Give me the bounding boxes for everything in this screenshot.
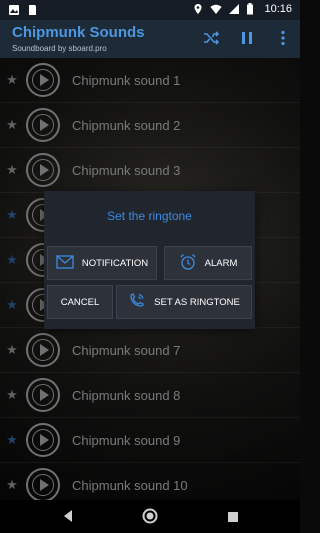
home-icon[interactable] — [142, 508, 158, 529]
wifi-icon — [210, 3, 222, 15]
cancel-label: CANCEL — [60, 296, 100, 308]
shuffle-icon[interactable] — [202, 29, 220, 47]
alarm-button[interactable]: ALARM — [164, 246, 252, 280]
app-subtitle: Soundboard by sboard.pro — [12, 44, 107, 53]
back-icon[interactable] — [62, 509, 74, 528]
clock: 10:16 — [264, 3, 292, 15]
envelope-icon — [56, 254, 74, 272]
set-as-ringtone-label: SET AS RINGTONE — [154, 296, 240, 308]
navigation-bar — [0, 500, 300, 533]
status-bar: 10:16 — [0, 0, 300, 20]
pause-icon[interactable] — [238, 29, 256, 47]
more-vert-icon[interactable] — [274, 29, 292, 47]
signal-icon — [228, 3, 240, 15]
alarm-label: ALARM — [204, 257, 238, 269]
app-bar: Chipmunk Sounds Soundboard by sboard.pro — [0, 20, 300, 58]
dialog-title: Set the ringtone — [107, 209, 192, 223]
ringtone-dialog: Set the ringtone NOTIFICATION ALARM CANC… — [44, 191, 255, 329]
cancel-button[interactable]: CANCEL — [47, 285, 113, 319]
notification-label: NOTIFICATION — [81, 257, 149, 269]
app-title: Chipmunk Sounds — [12, 24, 145, 41]
set-as-ringtone-button[interactable]: SET AS RINGTONE — [116, 285, 252, 319]
battery-icon — [246, 3, 258, 15]
location-icon — [192, 3, 204, 15]
notification-button[interactable]: NOTIFICATION — [47, 246, 157, 280]
phone-ringing-icon — [128, 292, 146, 313]
recents-icon[interactable] — [227, 510, 239, 528]
sd-card-icon — [26, 4, 38, 16]
alarm-icon — [179, 253, 197, 274]
image-icon — [8, 4, 20, 16]
